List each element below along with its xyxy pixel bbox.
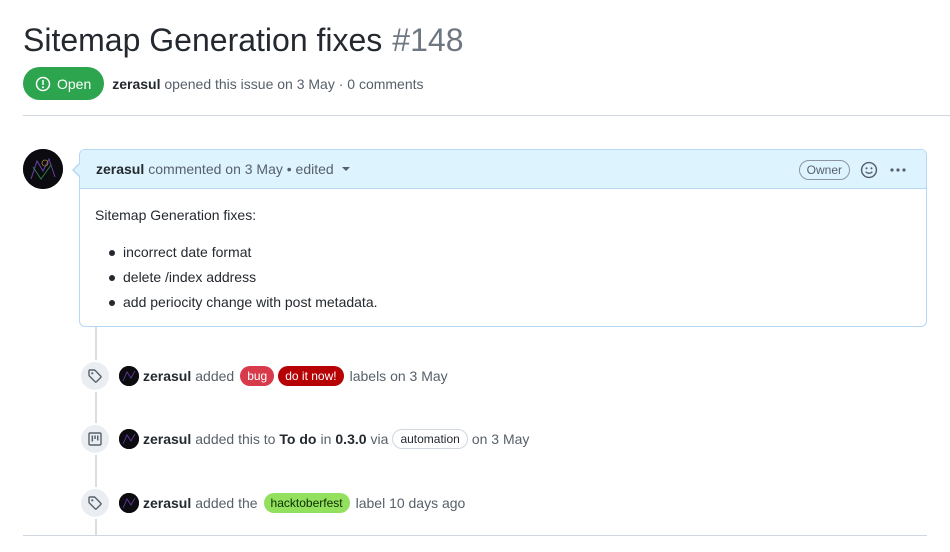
avatar[interactable] (119, 493, 139, 513)
comment-header: zerasul commented on 3 May • edited Owne… (80, 150, 926, 189)
timeline-divider (23, 535, 927, 536)
issue-author-link[interactable]: zerasul (112, 76, 160, 92)
event-verb: added (195, 368, 235, 384)
event-verb: added this to (195, 431, 276, 447)
state-label: Open (57, 75, 92, 92)
issue-title-row: Sitemap Generation fixes #148 (23, 22, 463, 66)
state-badge: Open (23, 67, 105, 100)
event-suffix: labels on 3 May (349, 368, 448, 384)
label-bug[interactable]: bug (240, 366, 275, 386)
actor-link[interactable]: zerasul (143, 431, 191, 447)
avatar[interactable] (23, 149, 63, 189)
project-column-link[interactable]: To do (279, 431, 316, 447)
comment-meta: commented on 3 May • edited (148, 161, 334, 177)
issue-meta-text: zerasul opened this issue on 3 May · 0 c… (112, 76, 423, 92)
avatar[interactable] (119, 429, 139, 449)
event-via-text: via (370, 431, 389, 447)
event-in-text: in (320, 431, 332, 447)
issue-number: #148 (392, 22, 464, 58)
actor-link[interactable]: zerasul (143, 368, 191, 384)
list-item: delete /index address (109, 268, 911, 293)
comment-author-link[interactable]: zerasul (96, 161, 144, 177)
timeline-event-label: zerasul added the hacktoberfest label 10… (81, 489, 465, 517)
actor-link[interactable]: zerasul (143, 495, 191, 511)
issue-opened-text: opened this issue on 3 May · 0 comments (164, 75, 424, 92)
header-divider (23, 115, 950, 116)
edited-dropdown-caret[interactable] (341, 167, 350, 171)
issue-meta: Open zerasul opened this issue on 3 May … (23, 67, 424, 100)
comment-list: incorrect date format delete /index addr… (95, 243, 911, 318)
event-suffix: label 10 days ago (355, 495, 466, 511)
event-suffix: on 3 May (471, 431, 530, 447)
kebab-horizontal-icon[interactable] (888, 161, 908, 179)
comment-box: zerasul commented on 3 May • edited Owne… (72, 149, 927, 327)
avatar[interactable] (119, 366, 139, 386)
label-do-it-now[interactable]: do it now! (278, 366, 344, 386)
list-item: incorrect date format (109, 243, 911, 268)
label-hacktoberfest[interactable]: hacktoberfest (263, 493, 350, 513)
issue-title: Sitemap Generation fixes (23, 22, 383, 58)
smiley-icon[interactable] (860, 161, 878, 179)
timeline-event-labels: zerasul added bug do it now! labels on 3… (81, 362, 448, 390)
issue-open-icon (35, 76, 51, 91)
comment-body: Sitemap Generation fixes: incorrect date… (80, 189, 926, 336)
event-verb: added the (195, 495, 258, 511)
list-item: add periocity change with post metadata. (109, 293, 911, 318)
project-link[interactable]: 0.3.0 (335, 431, 366, 447)
tag-icon (81, 489, 109, 517)
comment-intro: Sitemap Generation fixes: (95, 207, 257, 223)
timeline-event-project: zerasul added this to To do in 0.3.0 via… (81, 425, 529, 453)
owner-badge: Owner (798, 160, 850, 180)
project-icon (81, 425, 109, 453)
automation-badge: automation (392, 429, 468, 449)
tag-icon (81, 362, 109, 390)
